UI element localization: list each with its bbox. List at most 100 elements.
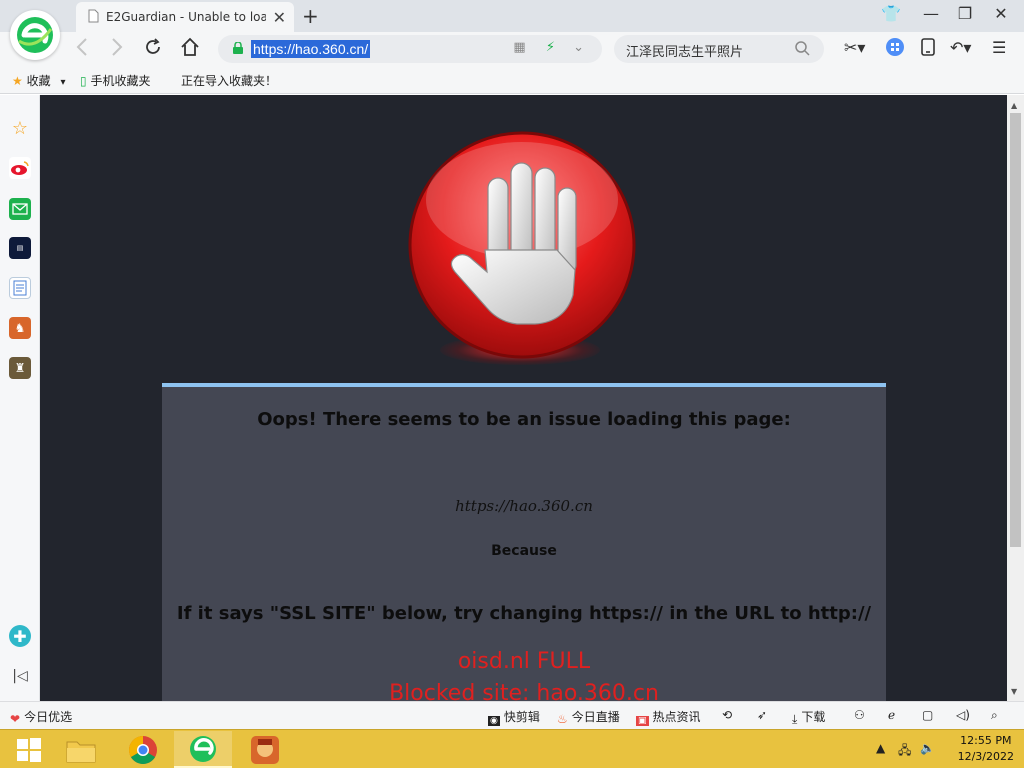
forward-button[interactable]	[105, 37, 129, 62]
file-explorer-button[interactable]	[52, 731, 110, 768]
minimize-button[interactable]: —	[916, 4, 946, 23]
favorites-star-icon[interactable]: ☆	[9, 117, 31, 139]
download-button[interactable]: ⤓ 下载	[792, 708, 825, 727]
browser-tab[interactable]: E2Guardian - Unable to load web ✕	[76, 2, 294, 32]
stop-hand-icon	[408, 131, 636, 359]
network-icon[interactable]: 🖧	[898, 741, 911, 762]
start-button[interactable]	[0, 731, 58, 768]
privacy-icon[interactable]: ⚇	[854, 708, 865, 722]
blocklist-name: oisd.nl FULL	[457, 649, 591, 674]
weibo-icon[interactable]	[9, 157, 31, 179]
vertical-scrollbar[interactable]: ▲ ▼	[1007, 95, 1024, 701]
today-pick-button[interactable]: ❤ 今日优选	[10, 708, 72, 726]
clock-time: 12:55 PM	[960, 734, 1012, 747]
taskbar: ▲ 🖧 🔈 12:55 PM 12/3/2022	[0, 729, 1024, 768]
game-app-button[interactable]	[236, 731, 294, 768]
browser-logo[interactable]	[10, 10, 60, 60]
favorites-button[interactable]: ★ 收藏 ▾	[12, 72, 65, 89]
tray-expand-icon[interactable]: ▲	[876, 741, 885, 755]
add-sidebar-icon[interactable]: ✚	[9, 625, 31, 647]
browser-logo-icon	[17, 17, 53, 53]
status-bar: ❤ 今日优选 ◉ 快剪辑 ♨ 今日直播 ▣ 热点资讯 ⟲ ➶ ⤓ 下载 ⚇ ℯ ▢ ◁) …	[0, 701, 1024, 729]
home-icon	[181, 37, 199, 56]
back-button[interactable]	[70, 37, 94, 62]
bookmarks-bar: ★ 收藏 ▾ ▯ 手机收藏夹 正在导入收藏夹！	[0, 66, 1024, 94]
reload-icon	[146, 38, 160, 54]
clock[interactable]: 12:55 PM 12/3/2022	[958, 733, 1014, 765]
video-editor-icon: ◉	[488, 716, 500, 726]
chrome-icon	[129, 735, 157, 764]
phone-icon: ▯	[80, 74, 87, 88]
url-text[interactable]: https://hao.360.cn/	[251, 40, 371, 58]
search-input[interactable]: 江泽民同志生平照片	[626, 41, 743, 60]
clock-date: 12/3/2022	[957, 750, 1014, 763]
download-icon: ⤓	[792, 712, 798, 726]
collapse-sidebar-icon[interactable]: |◁	[9, 665, 31, 687]
news-icon: ▣	[636, 716, 649, 726]
back-icon	[76, 38, 87, 56]
rocket-icon[interactable]: ➶	[757, 708, 767, 722]
blocked-url: https://hao.360.cn	[455, 497, 593, 515]
import-status: 正在导入收藏夹！	[181, 74, 278, 88]
because-label: Because	[491, 543, 557, 559]
home-button[interactable]	[178, 37, 202, 62]
address-bar[interactable]: https://hao.360.cn/ ▦ ⚡ ⌄	[218, 35, 602, 63]
hot-news-button[interactable]: ▣ 热点资讯	[636, 708, 701, 726]
ie-mode-icon[interactable]: ℯ	[888, 708, 895, 722]
translate-icon[interactable]: ⟲	[722, 708, 732, 722]
reload-button[interactable]	[141, 37, 165, 62]
error-heading: Oops! There seems to be an issue loading…	[257, 409, 791, 430]
heart-icon: ❤	[10, 712, 21, 726]
speed-mode-icon[interactable]: ⚡	[546, 40, 555, 55]
volume-icon[interactable]: 🔈	[920, 741, 935, 755]
game-icon[interactable]: ♞	[9, 317, 31, 339]
blocked-site-reason: Blocked site: hao.360.cn	[389, 681, 659, 701]
mail-icon[interactable]	[9, 198, 31, 220]
search-icon[interactable]	[794, 40, 810, 56]
game-2-icon[interactable]: ♜	[9, 357, 31, 379]
kuaijianji-button[interactable]: ◉ 快剪辑	[488, 708, 540, 726]
forward-icon	[112, 38, 123, 56]
live-button[interactable]: ♨ 今日直播	[557, 708, 620, 726]
page-favicon-icon	[86, 9, 100, 26]
new-tab-button[interactable]: +	[302, 4, 319, 28]
scroll-up-icon[interactable]: ▲	[1011, 101, 1017, 110]
flame-icon: ♨	[557, 712, 568, 726]
close-window-button[interactable]: ✕	[986, 4, 1016, 23]
skin-icon[interactable]: 👕	[876, 4, 906, 23]
scroll-down-icon[interactable]: ▼	[1011, 687, 1017, 696]
screenshot-scissors-icon[interactable]: ✂▾	[844, 38, 865, 57]
tab-title: E2Guardian - Unable to load web	[106, 10, 266, 24]
ssl-hint: If it says "SSL SITE" below, try changin…	[176, 603, 872, 624]
maximize-button[interactable]: ❐	[950, 4, 980, 23]
menu-icon[interactable]: ☰	[992, 38, 1006, 57]
chrome-button[interactable]	[114, 731, 172, 768]
windows-icon	[17, 737, 41, 762]
apps-icon[interactable]	[886, 38, 904, 60]
toolbar: https://hao.360.cn/ ▦ ⚡ ⌄ 江泽民同志生平照片 ✂▾ ↶…	[0, 32, 1024, 66]
chevron-down-icon[interactable]: ⌄	[573, 40, 584, 55]
zoom-icon[interactable]: ⌕	[991, 708, 998, 723]
window-icon[interactable]: ▢	[922, 708, 933, 722]
global-times-icon[interactable]: ▤	[9, 237, 31, 259]
folder-icon	[66, 741, 96, 762]
title-bar: E2Guardian - Unable to load web ✕ + 👕 — …	[0, 0, 1024, 32]
360-browser-icon	[190, 735, 216, 762]
error-card: Oops! There seems to be an issue loading…	[162, 383, 886, 701]
tab-close-icon[interactable]: ✕	[273, 8, 286, 27]
mobile-device-icon[interactable]	[920, 38, 936, 60]
star-icon: ★	[12, 74, 23, 88]
sidebar: ☆ ▤ ♞ ♜ ✚ |◁	[0, 95, 40, 701]
scroll-thumb[interactable]	[1010, 113, 1021, 547]
360-browser-button[interactable]	[174, 731, 232, 768]
search-box[interactable]: 江泽民同志生平照片	[614, 35, 824, 63]
blocked-page: Oops! There seems to be an issue loading…	[40, 95, 1007, 701]
game-app-icon	[251, 735, 279, 764]
mobile-favorites-button[interactable]: ▯ 手机收藏夹	[80, 72, 150, 89]
document-icon[interactable]	[9, 277, 31, 299]
chevron-down-icon: ▾	[60, 77, 66, 88]
secure-lock-icon	[233, 42, 243, 54]
speaker-icon[interactable]: ◁)	[956, 708, 970, 722]
undo-close-icon[interactable]: ↶▾	[950, 38, 971, 57]
qr-code-icon[interactable]: ▦	[513, 40, 525, 55]
